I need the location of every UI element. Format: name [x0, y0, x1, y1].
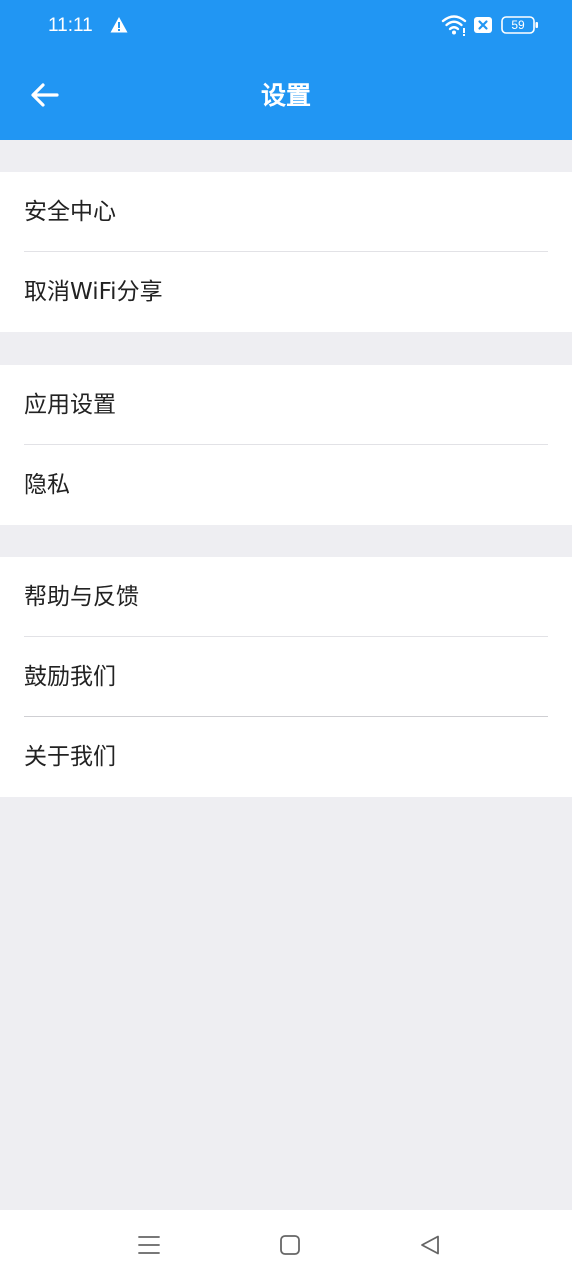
page-title: 设置: [260, 81, 311, 110]
settings-item-security-center[interactable]: 安全中心: [0, 172, 572, 252]
settings-item-cancel-wifi-share[interactable]: 取消WiFi分享: [0, 252, 572, 332]
nav-back-button[interactable]: [412, 1227, 448, 1263]
status-bar: 11:11 59: [0, 0, 572, 50]
status-time: 11:11: [48, 15, 93, 36]
arrow-left-icon: [31, 83, 59, 107]
settings-item-encourage-us[interactable]: 鼓励我们: [0, 637, 572, 717]
wifi-icon: [441, 15, 467, 36]
settings-group-2: 应用设置 隐私: [0, 365, 572, 525]
settings-item-about-us[interactable]: 关于我们: [0, 717, 572, 797]
settings-item-label: 帮助与反馈: [24, 584, 139, 610]
settings-item-label: 应用设置: [24, 392, 116, 418]
settings-item-label: 鼓励我们: [24, 664, 116, 690]
menu-icon: [138, 1236, 160, 1254]
battery-level: 59: [511, 18, 525, 32]
settings-item-label: 安全中心: [24, 199, 116, 225]
sim-error-icon: [474, 17, 492, 33]
settings-item-label: 关于我们: [24, 744, 116, 770]
settings-item-privacy[interactable]: 隐私: [0, 445, 572, 525]
recent-apps-button[interactable]: [131, 1227, 167, 1263]
back-button[interactable]: [22, 72, 68, 118]
settings-group-3: 帮助与反馈 鼓励我们 关于我们: [0, 557, 572, 797]
settings-group-1: 安全中心 取消WiFi分享: [0, 172, 572, 332]
system-nav-bar: [0, 1210, 572, 1280]
settings-item-label: 隐私: [24, 472, 70, 498]
app-bar: 设置: [0, 50, 572, 140]
home-icon: [280, 1235, 300, 1255]
settings-item-help-feedback[interactable]: 帮助与反馈: [0, 557, 572, 637]
back-triangle-icon: [421, 1235, 439, 1255]
settings-item-app-settings[interactable]: 应用设置: [0, 365, 572, 445]
warning-icon: [110, 17, 128, 33]
home-button[interactable]: [272, 1227, 308, 1263]
settings-item-label: 取消WiFi分享: [24, 279, 163, 305]
